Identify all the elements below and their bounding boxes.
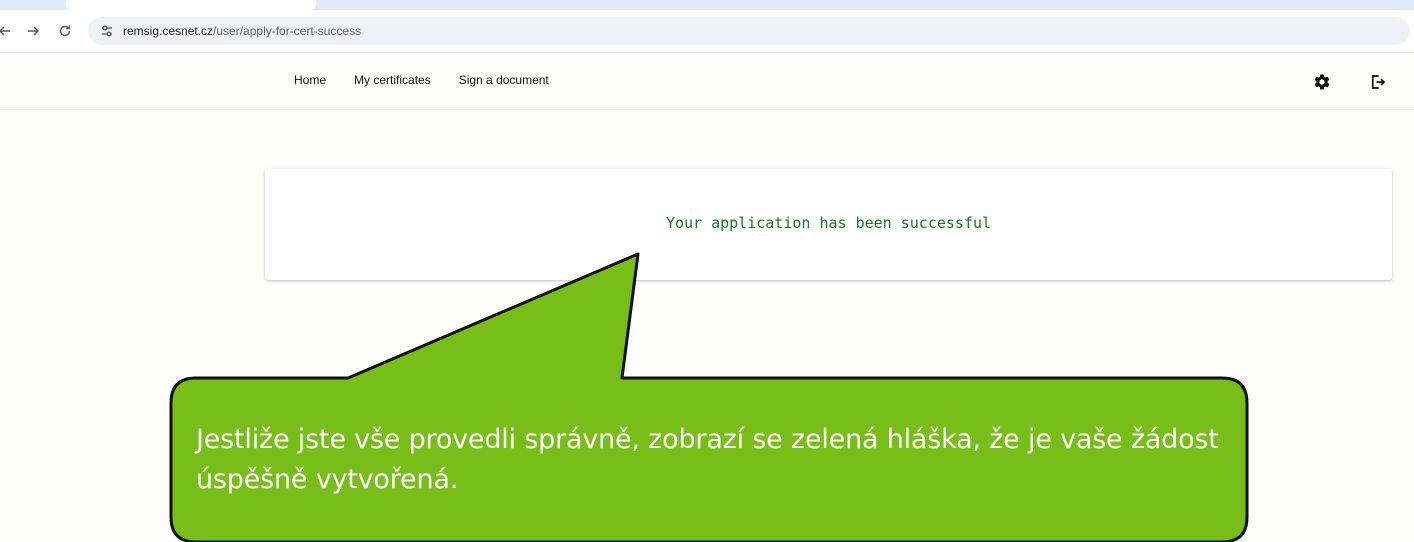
back-icon[interactable] <box>0 20 16 42</box>
nav-home[interactable]: Home <box>294 73 326 87</box>
url-text[interactable]: remsig.cesnet.cz/user/apply-for-cert-suc… <box>123 24 361 38</box>
logout-icon[interactable] <box>1367 71 1389 93</box>
main-nav: Home My certificates Sign a document <box>294 73 549 87</box>
browser-tabstrip <box>0 0 1414 10</box>
site-info-icon[interactable] <box>96 20 118 42</box>
nav-sign-document[interactable]: Sign a document <box>459 73 549 87</box>
url-host: remsig.cesnet.cz <box>123 24 214 38</box>
callout-text: Jestliže jste vše provedli správně, zobr… <box>196 424 1219 495</box>
reload-icon[interactable] <box>54 20 76 42</box>
success-card: Your application has been successful <box>265 169 1392 280</box>
url-path: /user/apply-for-cert-success <box>213 24 362 38</box>
gear-icon[interactable] <box>1311 71 1333 93</box>
success-message: Your application has been successful <box>665 214 992 232</box>
app-header: Home My certificates Sign a document <box>0 53 1414 110</box>
browser-active-tab[interactable] <box>66 0 316 10</box>
nav-my-certificates[interactable]: My certificates <box>354 73 431 87</box>
browser-toolbar: remsig.cesnet.cz/user/apply-for-cert-suc… <box>0 10 1414 53</box>
forward-icon[interactable] <box>22 20 44 42</box>
address-bar[interactable]: remsig.cesnet.cz/user/apply-for-cert-suc… <box>88 17 1410 45</box>
